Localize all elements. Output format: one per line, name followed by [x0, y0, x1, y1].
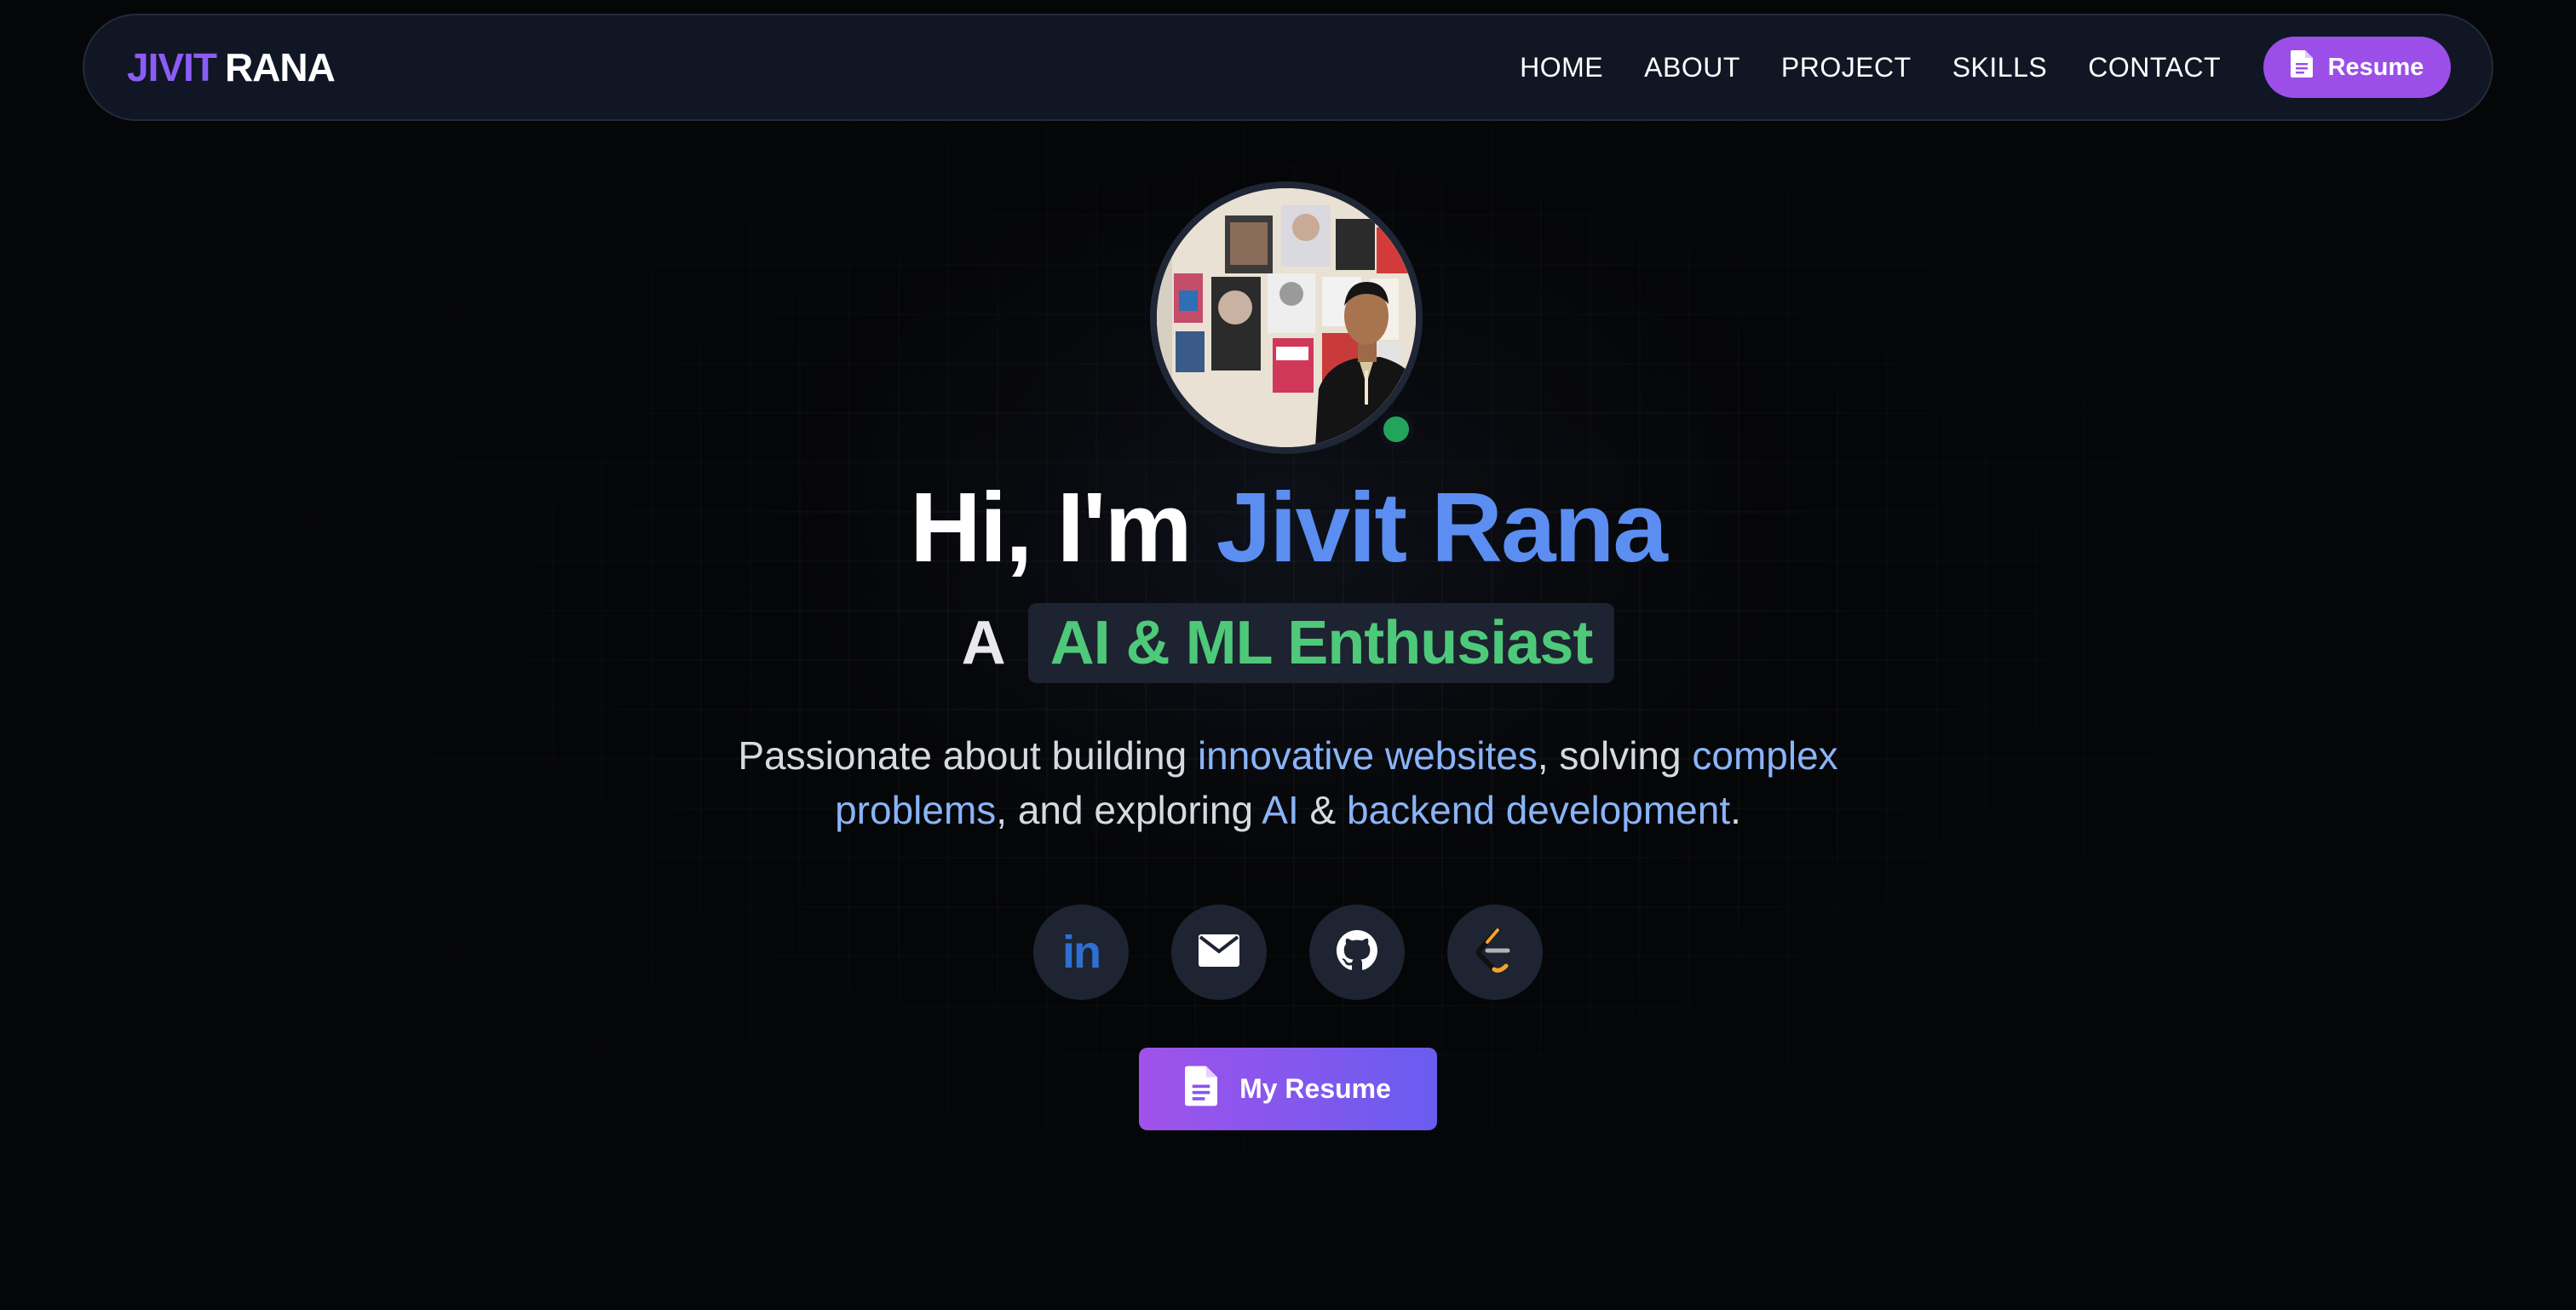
- hero-name: Jivit Rana: [1216, 472, 1668, 583]
- tagline-text-3: , and exploring: [996, 788, 1262, 832]
- github-button[interactable]: [1309, 905, 1405, 1000]
- online-status-dot: [1378, 411, 1414, 447]
- leetcode-button[interactable]: [1447, 905, 1543, 1000]
- nav-contact[interactable]: CONTACT: [2088, 52, 2221, 83]
- profile-avatar-wrapper: [1150, 181, 1423, 454]
- hero-greeting: Hi, I'm: [910, 472, 1192, 583]
- document-icon: [1185, 1066, 1218, 1113]
- tagline-highlight-problems: problems: [835, 788, 997, 832]
- document-icon: [2290, 50, 2313, 84]
- role-prefix: A: [961, 609, 1006, 677]
- tagline-highlight-complex: complex: [1692, 733, 1838, 778]
- tagline-text-5: .: [1730, 788, 1741, 832]
- tagline-highlight-websites: innovative websites: [1197, 733, 1538, 778]
- my-resume-button[interactable]: My Resume: [1139, 1048, 1437, 1130]
- linkedin-button[interactable]: in: [1033, 905, 1129, 1000]
- logo-last-name: RANA: [224, 45, 336, 89]
- site-logo[interactable]: JIVIT RANA: [127, 44, 336, 90]
- email-button[interactable]: [1171, 905, 1267, 1000]
- hero-tagline: Passionate about building innovative web…: [0, 728, 2576, 837]
- nav-about[interactable]: ABOUT: [1644, 52, 1740, 83]
- profile-avatar: [1150, 181, 1423, 454]
- role-badge: AI & ML Enthusiast: [1027, 603, 1615, 683]
- github-icon: [1337, 929, 1377, 975]
- nav-project[interactable]: PROJECT: [1781, 52, 1912, 83]
- tagline-text-4: &: [1298, 788, 1348, 832]
- tagline-text-1: Passionate about building: [738, 733, 1198, 778]
- leetcode-icon: [1475, 927, 1515, 977]
- tagline-highlight-ai: AI: [1262, 788, 1299, 832]
- social-links: in: [0, 905, 2576, 1000]
- my-resume-label: My Resume: [1239, 1073, 1391, 1104]
- nav-resume-button[interactable]: Resume: [2263, 37, 2451, 98]
- page: JIVIT RANA HOME ABOUT PROJECT SKILLS CON…: [0, 0, 2576, 1310]
- navbar: JIVIT RANA HOME ABOUT PROJECT SKILLS CON…: [83, 14, 2493, 121]
- email-icon: [1199, 934, 1239, 971]
- hero-role-line: A AI & ML Enthusiast: [0, 603, 2576, 683]
- tagline-text-2: , solving: [1537, 733, 1693, 778]
- logo-first-name: JIVIT: [127, 45, 217, 89]
- linkedin-icon: in: [1062, 927, 1101, 978]
- tagline-highlight-backend: backend development: [1347, 788, 1731, 832]
- hero-headline: Hi, I'm Jivit Rana: [0, 470, 2576, 584]
- nav-home[interactable]: HOME: [1520, 52, 1603, 83]
- nav-resume-label: Resume: [2327, 53, 2424, 81]
- nav-links: HOME ABOUT PROJECT SKILLS CONTACT Resume: [1520, 37, 2451, 98]
- nav-skills[interactable]: SKILLS: [1952, 52, 2048, 83]
